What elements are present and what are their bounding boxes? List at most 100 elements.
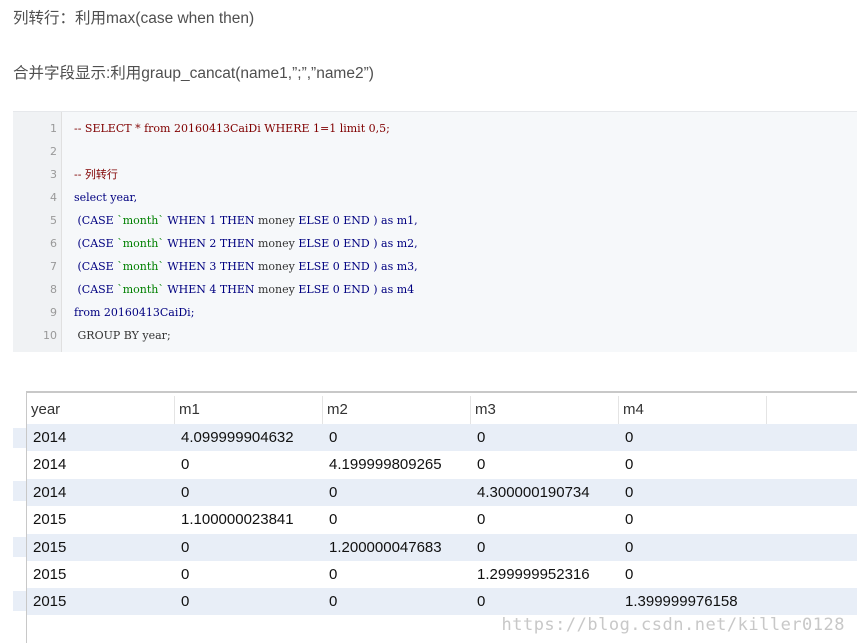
cell-m4[interactable]: 1.399999976158: [619, 588, 738, 615]
table-row[interactable]: 2015 0 0 1.299999952316 0: [27, 561, 857, 588]
cell-m1[interactable]: 1.100000023841: [175, 506, 294, 533]
cell-year[interactable]: 2014: [27, 479, 66, 506]
code-token: money: [258, 283, 295, 296]
code-text: (CASE `month` WHEN 4 THEN money ELSE 0 E…: [74, 279, 414, 301]
cell-m1[interactable]: 0: [175, 451, 189, 478]
cell-m2[interactable]: 1.200000047683: [323, 534, 442, 561]
cell-m3[interactable]: 0: [471, 506, 485, 533]
cell-m1[interactable]: 0: [175, 479, 189, 506]
code-text: (CASE `month` WHEN 3 THEN money ELSE 0 E…: [74, 256, 418, 278]
cell-m1[interactable]: 0: [175, 534, 189, 561]
code-token: `month`: [117, 237, 164, 250]
code-token: 0: [332, 260, 340, 273]
code-token: money: [258, 260, 295, 273]
code-token: -- SELECT * from 20160413CaiDi WHERE 1=1…: [74, 122, 390, 135]
code-token: (CASE: [74, 283, 118, 296]
cell-m1[interactable]: 0: [175, 588, 189, 615]
cell-m3[interactable]: 1.299999952316: [471, 561, 590, 588]
cell-year[interactable]: 2015: [27, 561, 66, 588]
code-block: 1 -- SELECT * from 20160413CaiDi WHERE 1=…: [13, 111, 857, 352]
code-token: ELSE: [294, 283, 333, 296]
line-number: 10: [43, 329, 57, 342]
cell-m4[interactable]: 0: [619, 506, 633, 533]
code-token: 0: [332, 283, 340, 296]
code-token: ELSE: [294, 260, 333, 273]
code-token: WHEN: [163, 214, 210, 227]
table-row[interactable]: 2014 0 4.199999809265 0 0: [27, 451, 857, 478]
line-number: 7: [50, 260, 57, 273]
code-token: from 20160413CaiDi;: [74, 306, 195, 319]
column-header-m4[interactable]: m4: [619, 396, 767, 424]
code-token: WHEN: [163, 260, 210, 273]
code-token: WHEN: [163, 283, 210, 296]
cell-year[interactable]: 2014: [27, 424, 66, 451]
column-header-m2[interactable]: m2: [323, 396, 471, 424]
frame-top-rule: [26, 391, 857, 393]
cell-m3[interactable]: 0: [471, 424, 485, 451]
cell-m1[interactable]: 4.099999904632: [175, 424, 294, 451]
cell-m3[interactable]: 0: [471, 588, 485, 615]
cell-m3[interactable]: 0: [471, 451, 485, 478]
code-token: `month`: [117, 214, 164, 227]
cell-year[interactable]: 2015: [27, 588, 66, 615]
code-text: GROUP BY year;: [74, 325, 171, 347]
cell-m4[interactable]: 0: [619, 451, 633, 478]
code-token: WHEN: [163, 237, 210, 250]
cell-year[interactable]: 2014: [27, 451, 66, 478]
cell-m1[interactable]: 0: [175, 561, 189, 588]
line-number: 4: [50, 191, 57, 204]
code-token: END ) as m3,: [339, 260, 418, 273]
line-number: 9: [50, 306, 57, 319]
cell-m2[interactable]: 0: [323, 588, 337, 615]
column-header-m1[interactable]: m1: [175, 396, 323, 424]
cell-m3[interactable]: 0: [471, 534, 485, 561]
code-token: select year,: [74, 191, 138, 204]
code-token: `month`: [117, 283, 164, 296]
code-token: 0: [332, 237, 340, 250]
code-token: THEN: [216, 214, 258, 227]
code-token: GROUP BY year;: [74, 329, 171, 342]
code-token: money: [258, 214, 295, 227]
code-token: (CASE: [74, 260, 118, 273]
line-number: 2: [50, 145, 57, 158]
table-row[interactable]: 2015 0 1.200000047683 0 0: [27, 533, 857, 561]
cell-m4[interactable]: 0: [619, 534, 633, 561]
row-stripe: [13, 481, 26, 501]
cell-m4[interactable]: 0: [619, 561, 633, 588]
intro-line-pivot: 列转行：利用max(case when then): [13, 10, 255, 27]
code-text: select year,: [74, 187, 137, 209]
intro-line-concat: 合并字段显示:利用graup_cancat(name1,”;”,”name2”): [13, 65, 374, 82]
column-header-year[interactable]: year: [27, 396, 175, 424]
code-text: from 20160413CaiDi;: [74, 302, 194, 324]
code-text: -- SELECT * from 20160413CaiDi WHERE 1=1…: [74, 118, 390, 140]
code-token: THEN: [216, 237, 258, 250]
code-token: (CASE: [74, 237, 118, 250]
row-stripe: [13, 428, 26, 448]
line-number: 6: [50, 237, 57, 250]
table-row[interactable]: 2015 0 0 0 1.399999976158: [27, 588, 857, 616]
column-header-m3[interactable]: m3: [471, 396, 619, 424]
cell-m2[interactable]: 0: [323, 561, 337, 588]
code-token: END ) as m1,: [339, 214, 418, 227]
cell-m3[interactable]: 4.300000190734: [471, 479, 590, 506]
line-number: 5: [50, 214, 57, 227]
cell-year[interactable]: 2015: [27, 506, 66, 533]
cell-m2[interactable]: 0: [323, 424, 337, 451]
table-row[interactable]: 2015 1.100000023841 0 0 0: [27, 506, 857, 533]
table-row[interactable]: 2014 0 0 4.300000190734 0: [27, 478, 857, 506]
code-token: -- 列转行: [74, 168, 118, 181]
code-token: THEN: [216, 283, 258, 296]
code-token: THEN: [216, 260, 258, 273]
line-number: 8: [50, 283, 57, 296]
table-row[interactable]: 2014 4.099999904632 0 0 0: [27, 424, 857, 451]
cell-m4[interactable]: 0: [619, 479, 633, 506]
code-token: `month`: [117, 260, 164, 273]
cell-m2[interactable]: 0: [323, 479, 337, 506]
cell-year[interactable]: 2015: [27, 534, 66, 561]
cell-m4[interactable]: 0: [619, 424, 633, 451]
line-number: 1: [50, 122, 57, 135]
line-number: 3: [50, 168, 57, 181]
cell-m2[interactable]: 0: [323, 506, 337, 533]
cell-m2[interactable]: 4.199999809265: [323, 451, 442, 478]
row-stripe: [13, 537, 26, 557]
